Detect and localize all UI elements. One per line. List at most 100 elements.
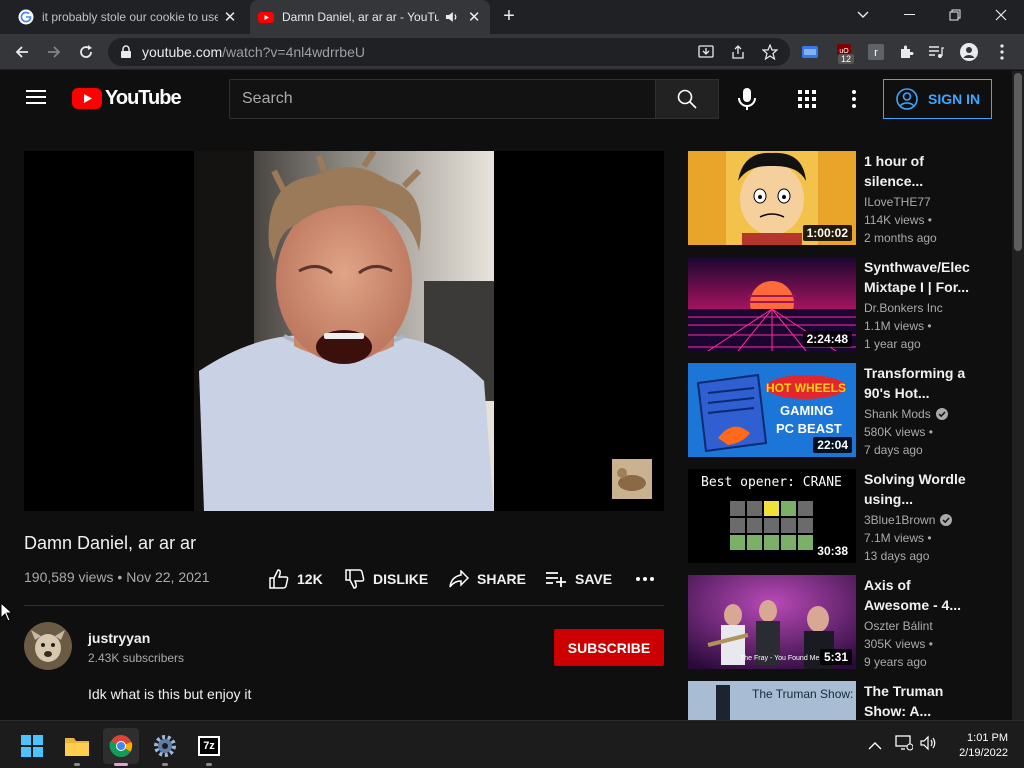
profile-avatar-icon[interactable] bbox=[955, 38, 983, 66]
back-arrow-icon bbox=[15, 46, 28, 58]
channel-avatar[interactable] bbox=[24, 622, 72, 670]
youtube-logo-icon bbox=[72, 88, 102, 109]
apps-grid-icon[interactable] bbox=[798, 90, 816, 113]
video-thumbnail[interactable]: 2:24:48 bbox=[688, 257, 856, 351]
extension-1-icon[interactable] bbox=[796, 38, 824, 66]
recommendation-channel[interactable]: 3Blue1Brown bbox=[864, 513, 953, 527]
recommendation-title[interactable]: Transforming a 90's Hot... bbox=[864, 363, 974, 403]
sign-in-button[interactable]: SIGN IN bbox=[883, 79, 992, 119]
extensions-puzzle-icon[interactable] bbox=[892, 38, 920, 66]
show-hidden-icons-chevron-icon[interactable] bbox=[868, 738, 882, 756]
video-thumbnail[interactable]: The Fray - You Found Me 5:31 bbox=[688, 575, 856, 669]
install-app-icon[interactable] bbox=[692, 38, 720, 66]
youtube-logo[interactable]: YouTube bbox=[72, 87, 182, 110]
recommendation-title[interactable]: Synthwave/Elec Mixtape I | For... bbox=[864, 257, 974, 297]
search-button[interactable] bbox=[655, 79, 719, 119]
forward-button[interactable] bbox=[40, 38, 68, 66]
more-actions-button[interactable] bbox=[636, 568, 654, 590]
subscribe-button[interactable]: SUBSCRIBE bbox=[554, 629, 664, 666]
recommendation-channel[interactable]: ILoveTHE77 bbox=[864, 195, 931, 209]
tab-google[interactable]: it probably stole our cookie to use ✕ bbox=[10, 0, 246, 34]
video-thumbnail[interactable]: The Truman Show: bbox=[688, 681, 856, 720]
speaker-icon[interactable] bbox=[445, 10, 459, 24]
new-tab-button[interactable]: + bbox=[498, 6, 520, 28]
reload-button[interactable] bbox=[72, 38, 100, 66]
title-line: Mixtape I | For... bbox=[864, 279, 970, 295]
video-frame bbox=[24, 151, 664, 511]
share-page-icon[interactable] bbox=[724, 38, 752, 66]
recommendation-channel[interactable]: Oszter Bálint bbox=[864, 619, 933, 633]
recommendation-channel[interactable]: Dr.Bonkers Inc bbox=[864, 301, 943, 315]
google-icon bbox=[18, 9, 34, 25]
share-button[interactable]: SHARE bbox=[449, 568, 526, 590]
search-placeholder: Search bbox=[242, 90, 293, 107]
restore-button[interactable] bbox=[932, 0, 978, 30]
url-host: youtube.com bbox=[142, 44, 223, 60]
dislike-button[interactable]: DISLIKE bbox=[345, 568, 428, 590]
title-line: Solving Wordle bbox=[864, 471, 966, 487]
media-control-icon[interactable] bbox=[922, 38, 950, 66]
recommendation-item[interactable]: HOT WHEELS GAMING PC BEAST 22:04 Transfo… bbox=[688, 363, 1008, 457]
url-path: /watch?v=4nl4wdrrbeU bbox=[222, 44, 365, 60]
sevenzip-taskbar-button[interactable]: 7z bbox=[191, 728, 227, 766]
scrollbar-thumb[interactable] bbox=[1014, 73, 1022, 251]
title-line: Synthwave/Elec bbox=[864, 259, 970, 275]
clock-date: 2/19/2022 bbox=[959, 747, 1008, 759]
start-button[interactable] bbox=[14, 728, 50, 764]
close-window-button[interactable] bbox=[978, 0, 1024, 30]
search-icon bbox=[677, 89, 697, 109]
recommendation-title[interactable]: Solving Wordle using... bbox=[864, 469, 974, 509]
extension-ublock-icon[interactable]: uO 12 bbox=[830, 38, 858, 66]
volume-icon[interactable] bbox=[920, 735, 938, 756]
recommendation-channel[interactable]: Shank Mods bbox=[864, 407, 948, 421]
page-scrollbar[interactable] bbox=[1012, 71, 1024, 720]
system-clock[interactable]: 1:01 PM 2/19/2022 bbox=[948, 731, 1008, 761]
subscriber-count: 2.43K subscribers bbox=[88, 651, 185, 665]
like-button[interactable]: 12K bbox=[269, 568, 323, 590]
meta-separator: • bbox=[117, 569, 123, 585]
browser-menu-icon[interactable] bbox=[988, 38, 1016, 66]
file-explorer-button[interactable] bbox=[59, 728, 95, 766]
lock-icon[interactable] bbox=[120, 45, 132, 59]
recommendation-title[interactable]: Axis of Awesome - 4... bbox=[864, 575, 974, 615]
recommendation-item[interactable]: 1:00:02 1 hour of silence... ILoveTHE77 … bbox=[688, 151, 1008, 245]
verified-check-icon bbox=[940, 514, 953, 526]
browser-toolbar: youtube.com/watch?v=4nl4wdrrbeU uO 12 r bbox=[0, 34, 1024, 70]
thumb-text: The Truman Show: bbox=[752, 687, 854, 701]
video-thumbnail[interactable]: HOT WHEELS GAMING PC BEAST 22:04 bbox=[688, 363, 856, 457]
close-tab-icon[interactable]: ✕ bbox=[466, 8, 482, 26]
minimize-button[interactable] bbox=[886, 0, 932, 30]
chrome-taskbar-button[interactable] bbox=[103, 728, 139, 766]
video-thumbnail[interactable]: Best opener: CRANE 30:38 bbox=[688, 469, 856, 563]
tab-search-icon[interactable] bbox=[840, 0, 886, 30]
address-bar[interactable]: youtube.com/watch?v=4nl4wdrrbeU bbox=[108, 38, 790, 66]
back-button[interactable] bbox=[8, 38, 36, 66]
video-player[interactable] bbox=[24, 151, 664, 511]
dislike-label: DISLIKE bbox=[373, 571, 429, 587]
recommendation-age: 13 days ago bbox=[864, 549, 930, 563]
settings-more-icon[interactable] bbox=[852, 90, 856, 113]
video-thumbnail[interactable]: 1:00:02 bbox=[688, 151, 856, 245]
settings-taskbar-button[interactable] bbox=[147, 728, 183, 766]
channel-label: Oszter Bálint bbox=[864, 619, 933, 633]
tab-youtube[interactable]: Damn Daniel, ar ar ar - YouTube ✕ bbox=[250, 0, 490, 34]
extension-r-icon[interactable]: r bbox=[862, 38, 890, 66]
recommendation-item[interactable]: The Fray - You Found Me 5:31 Axis of Awe… bbox=[688, 575, 1008, 669]
recommendation-title[interactable]: 1 hour of silence... bbox=[864, 151, 974, 191]
network-icon[interactable] bbox=[895, 735, 914, 756]
bookmark-star-icon[interactable] bbox=[756, 38, 784, 66]
youtube-header: YouTube Search SIGN IN bbox=[0, 71, 1012, 127]
voice-search-button[interactable] bbox=[736, 87, 758, 111]
recommendation-item[interactable]: Best opener: CRANE 30:38 Solving Wordle … bbox=[688, 469, 1008, 563]
close-tab-icon[interactable]: ✕ bbox=[222, 8, 238, 26]
recommendation-age: 1 year ago bbox=[864, 337, 921, 351]
recommendation-item[interactable]: The Truman Show: The Truman Show: A... bbox=[688, 681, 1008, 720]
channel-name[interactable]: justryyan bbox=[88, 630, 150, 646]
recommendation-title[interactable]: The Truman Show: A... bbox=[864, 681, 974, 720]
video-duration: 30:38 bbox=[813, 543, 852, 559]
hamburger-menu-icon[interactable] bbox=[26, 89, 46, 110]
recommendation-views: 7.1M views • bbox=[864, 531, 932, 545]
save-button[interactable]: SAVE bbox=[545, 568, 612, 590]
search-input[interactable]: Search bbox=[229, 79, 656, 119]
recommendation-item[interactable]: 2:24:48 Synthwave/Elec Mixtape I | For..… bbox=[688, 257, 1008, 351]
